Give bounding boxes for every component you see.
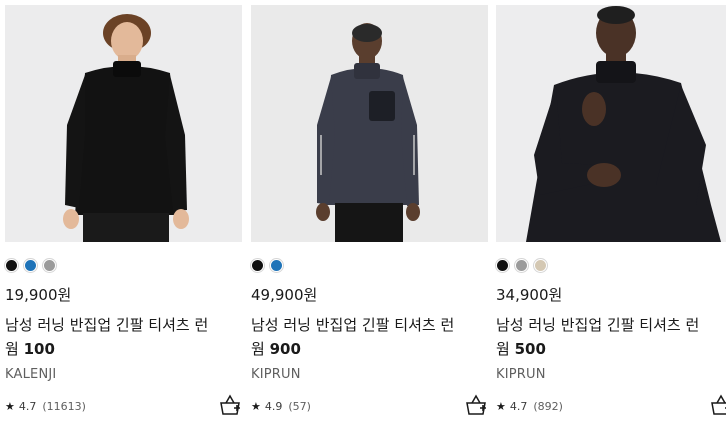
product-grid: 19,900원 남성 러닝 반집업 긴팔 티셔츠 런 웜 100 KALENJI… (0, 0, 726, 439)
product-rating: ★ 4.7 (892) (496, 400, 563, 413)
product-card[interactable]: 19,900원 남성 러닝 반집업 긴팔 티셔츠 런 웜 100 KALENJI… (5, 0, 242, 439)
product-title-prefix: 웜 (251, 340, 270, 358)
review-count: (892) (533, 400, 563, 413)
product-image[interactable] (496, 5, 726, 242)
color-swatch-blue[interactable] (270, 259, 283, 272)
product-rating: ★ 4.9 (57) (251, 400, 311, 413)
product-title[interactable]: 남성 러닝 반집업 긴팔 티셔츠 런 웜 100 (5, 313, 242, 361)
product-card[interactable]: 49,900원 남성 러닝 반집업 긴팔 티셔츠 런 웜 900 KIPRUN … (251, 0, 488, 439)
product-photo-kiprun-900 (251, 5, 488, 242)
rating-value: 4.7 (509, 400, 528, 413)
color-swatch-black[interactable] (496, 259, 509, 272)
color-swatch-grey[interactable] (515, 259, 528, 272)
product-title-line: 남성 러닝 반집업 긴팔 티셔츠 런 (496, 316, 700, 334)
product-title-line: 남성 러닝 반집업 긴팔 티셔츠 런 (5, 316, 209, 334)
product-price: 49,900원 (251, 286, 318, 304)
color-swatches (251, 259, 283, 273)
star-icon: ★ (5, 400, 15, 413)
star-icon: ★ (496, 400, 506, 413)
product-model: 500 (514, 340, 546, 358)
add-to-basket-icon[interactable] (218, 393, 242, 417)
product-brand: KIPRUN (496, 367, 546, 382)
rating-value: 4.9 (264, 400, 283, 413)
star-icon: ★ (251, 400, 261, 413)
product-card[interactable]: 34,900원 남성 러닝 반집업 긴팔 티셔츠 런 웜 500 KIPRUN … (496, 0, 726, 439)
color-swatch-beige[interactable] (534, 259, 547, 272)
color-swatch-blue[interactable] (24, 259, 37, 272)
product-photo-kiprun-500 (496, 5, 726, 242)
product-brand: KIPRUN (251, 367, 301, 382)
add-to-basket-icon[interactable] (709, 393, 726, 417)
rating-value: 4.7 (18, 400, 37, 413)
product-title-prefix: 웜 (496, 340, 515, 358)
review-count: (57) (288, 400, 311, 413)
review-count: (11613) (42, 400, 86, 413)
product-image[interactable] (251, 5, 488, 242)
color-swatch-grey[interactable] (43, 259, 56, 272)
product-photo-kalenji (5, 5, 242, 242)
color-swatch-black[interactable] (251, 259, 264, 272)
product-image[interactable] (5, 5, 242, 242)
color-swatch-black[interactable] (5, 259, 18, 272)
add-to-basket-icon[interactable] (464, 393, 488, 417)
product-title-prefix: 웜 (5, 340, 24, 358)
product-title[interactable]: 남성 러닝 반집업 긴팔 티셔츠 런 웜 500 (496, 313, 726, 361)
product-price: 34,900원 (496, 286, 563, 304)
color-swatches (5, 259, 56, 273)
product-model: 100 (23, 340, 55, 358)
product-rating: ★ 4.7 (11613) (5, 400, 86, 413)
product-model: 900 (269, 340, 301, 358)
product-price: 19,900원 (5, 286, 72, 304)
color-swatches (496, 259, 547, 273)
product-title-line: 남성 러닝 반집업 긴팔 티셔츠 런 (251, 316, 455, 334)
product-brand: KALENJI (5, 367, 57, 382)
product-title[interactable]: 남성 러닝 반집업 긴팔 티셔츠 런 웜 900 (251, 313, 488, 361)
